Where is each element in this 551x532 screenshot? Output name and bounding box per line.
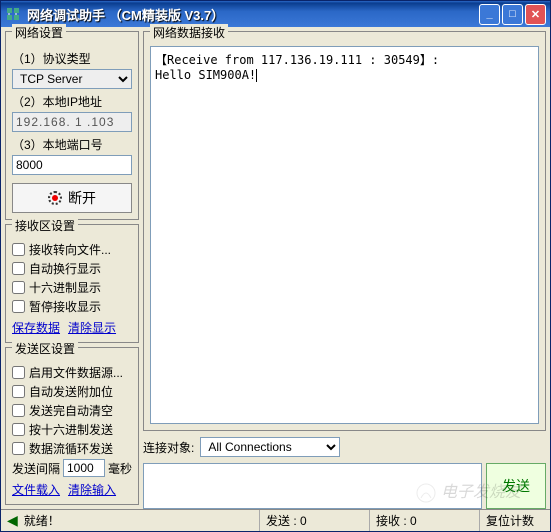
- minimize-button[interactable]: _: [479, 4, 500, 25]
- disconnect-label: 断开: [68, 188, 96, 208]
- rx-text-content: 【Receive from 117.136.19.111 : 30549】: H…: [155, 53, 439, 82]
- status-rx-cell: 接收 : 0: [370, 510, 480, 531]
- rx-textarea[interactable]: 【Receive from 117.136.19.111 : 30549】: H…: [150, 46, 539, 424]
- tx-hex-send[interactable]: 按十六进制发送: [12, 421, 132, 438]
- rx-hex-display[interactable]: 十六进制显示: [12, 279, 132, 296]
- tx-clear-input-link[interactable]: 清除输入: [68, 481, 116, 498]
- rx-pause[interactable]: 暂停接收显示: [12, 298, 132, 315]
- network-settings-legend: 网络设置: [12, 24, 66, 41]
- tx-interval-label-pre: 发送间隔: [12, 460, 60, 477]
- status-prev-icon[interactable]: ◀: [7, 512, 18, 529]
- tx-row: 发送: [143, 463, 546, 509]
- client-area: 网络设置 （1）协议类型 TCP Server （2）本地IP地址 （3）本地端…: [1, 27, 550, 531]
- window-title: 网络调试助手 （CM精装版 V3.7）: [27, 5, 479, 24]
- status-reset-cell[interactable]: 复位计数: [480, 510, 550, 531]
- status-rx-label: 接收 :: [376, 512, 407, 529]
- disconnect-button[interactable]: 断开: [12, 183, 132, 213]
- tx-interval-row: 发送间隔 毫秒: [12, 459, 132, 477]
- tx-loop-send[interactable]: 数据流循环发送: [12, 440, 132, 457]
- tx-settings-group: 发送区设置 启用文件数据源... 自动发送附加位 发送完自动清空 按十六进制发送…: [5, 347, 139, 505]
- rx-clear-display-link[interactable]: 清除显示: [68, 319, 116, 336]
- tx-input[interactable]: [143, 463, 482, 509]
- local-ip-input[interactable]: [12, 112, 132, 132]
- rx-data-legend: 网络数据接收: [150, 24, 228, 41]
- local-port-label: （3）本地端口号: [12, 136, 132, 153]
- connection-target-select[interactable]: All Connections: [200, 437, 340, 457]
- app-icon: [5, 6, 21, 22]
- text-caret: [256, 69, 257, 82]
- tx-auto-extra[interactable]: 自动发送附加位: [12, 383, 132, 400]
- tx-interval-label-post: 毫秒: [108, 460, 132, 477]
- rx-data-group: 网络数据接收 【Receive from 117.136.19.111 : 30…: [143, 31, 546, 431]
- rx-settings-legend: 接收区设置: [12, 217, 78, 234]
- status-ready-text: 就绪！: [24, 512, 60, 529]
- rx-auto-wrap[interactable]: 自动换行显示: [12, 260, 132, 277]
- rx-save-data-link[interactable]: 保存数据: [12, 319, 60, 336]
- protocol-type-select[interactable]: TCP Server: [12, 69, 132, 89]
- maximize-button[interactable]: □: [502, 4, 523, 25]
- tx-auto-clear[interactable]: 发送完自动清空: [12, 402, 132, 419]
- rx-redirect-file[interactable]: 接收转向文件...: [12, 241, 132, 258]
- window-buttons: _ □ ✕: [479, 4, 546, 25]
- status-tx-cell: 发送 : 0: [260, 510, 370, 531]
- close-button[interactable]: ✕: [525, 4, 546, 25]
- rx-settings-group: 接收区设置 接收转向文件... 自动换行显示 十六进制显示 暂停接收显示 保存数…: [5, 224, 139, 343]
- protocol-type-label: （1）协议类型: [12, 50, 132, 67]
- tx-file-load-link[interactable]: 文件载入: [12, 481, 60, 498]
- local-ip-label: （2）本地IP地址: [12, 93, 132, 110]
- tx-settings-legend: 发送区设置: [12, 340, 78, 357]
- right-panel: 网络数据接收 【Receive from 117.136.19.111 : 30…: [143, 31, 546, 509]
- network-settings-group: 网络设置 （1）协议类型 TCP Server （2）本地IP地址 （3）本地端…: [5, 31, 139, 220]
- left-panel: 网络设置 （1）协议类型 TCP Server （2）本地IP地址 （3）本地端…: [5, 31, 139, 509]
- title-bar[interactable]: 网络调试助手 （CM精装版 V3.7） _ □ ✕: [1, 1, 550, 27]
- status-reset-text: 复位计数: [486, 512, 534, 529]
- status-tx-label: 发送 :: [266, 512, 297, 529]
- tx-file-source[interactable]: 启用文件数据源...: [12, 364, 132, 381]
- status-rx-count: 0: [410, 514, 417, 528]
- status-bar: ◀ 就绪！ 发送 : 0 接收 : 0 复位计数: [1, 509, 550, 531]
- app-window: 网络调试助手 （CM精装版 V3.7） _ □ ✕ 网络设置 （1）协议类型 T…: [0, 0, 551, 532]
- connection-target-label: 连接对象:: [143, 439, 194, 456]
- disconnect-icon: [48, 191, 62, 205]
- connection-target-row: 连接对象: All Connections: [143, 435, 546, 459]
- tx-interval-input[interactable]: [63, 459, 105, 477]
- status-tx-count: 0: [300, 514, 307, 528]
- local-port-input[interactable]: [12, 155, 132, 175]
- send-button[interactable]: 发送: [486, 463, 546, 509]
- status-ready-cell: ◀ 就绪！: [1, 510, 260, 531]
